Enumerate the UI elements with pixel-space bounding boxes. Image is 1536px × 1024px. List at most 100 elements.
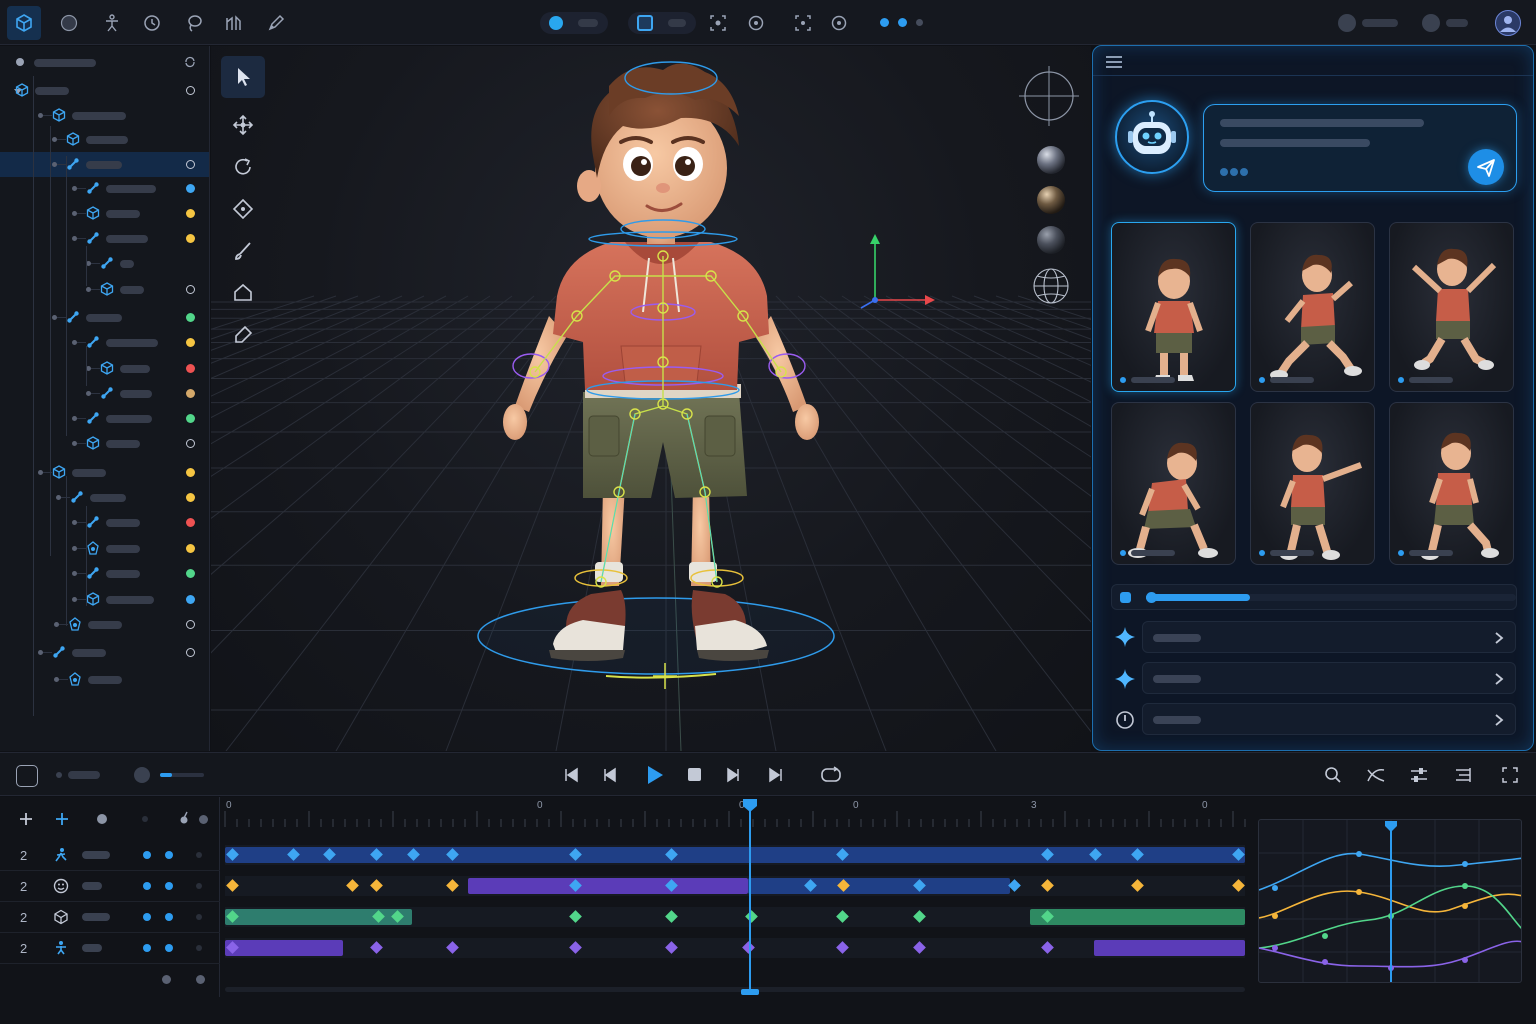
align-icon[interactable] [1453, 766, 1473, 784]
outliner-row[interactable] [0, 460, 209, 485]
zoom-slider[interactable] [134, 767, 206, 783]
outliner-row[interactable] [0, 667, 209, 692]
curve-tool-icon[interactable] [1366, 766, 1386, 784]
keyframe[interactable] [446, 941, 459, 954]
outliner-row[interactable] [0, 431, 209, 456]
timeline-track[interactable] [225, 938, 1245, 958]
status-dot[interactable] [186, 209, 195, 218]
outliner-row[interactable] [0, 277, 209, 302]
skip-start-button[interactable] [563, 767, 579, 783]
sparkle-icon[interactable] [1114, 668, 1136, 690]
status-dot[interactable] [186, 648, 195, 657]
keyframe-tool[interactable] [221, 188, 265, 230]
sparkle-icon[interactable] [1114, 626, 1136, 648]
status-dot[interactable] [186, 414, 195, 423]
status-dot[interactable] [186, 389, 195, 398]
keyframe[interactable] [370, 879, 383, 892]
graph-icon[interactable] [217, 6, 251, 40]
mode-toggle[interactable] [540, 12, 608, 34]
sphere-icon[interactable] [52, 6, 86, 40]
keyframe[interactable] [569, 941, 582, 954]
track-toggle[interactable] [165, 851, 173, 859]
matcap-bronze-icon[interactable] [1037, 186, 1065, 214]
status-dot[interactable] [186, 338, 195, 347]
status-dot[interactable] [186, 285, 195, 294]
keyframe[interactable] [346, 879, 359, 892]
sync-icon[interactable] [184, 56, 196, 68]
pose-thumbnail-pointing[interactable] [1250, 402, 1375, 565]
loop-icon[interactable] [820, 766, 842, 784]
action-row-generate[interactable] [1142, 621, 1516, 653]
search-icon[interactable] [1324, 766, 1342, 784]
outliner-row[interactable] [0, 251, 209, 276]
status-item[interactable] [1338, 14, 1402, 32]
timeline-track[interactable] [225, 876, 1245, 896]
outliner-row[interactable] [0, 485, 209, 510]
skip-end-button[interactable] [768, 767, 784, 783]
outliner-row[interactable] [0, 356, 209, 381]
keyframe[interactable] [665, 910, 678, 923]
outliner-row[interactable] [0, 201, 209, 226]
view-toggle[interactable] [628, 12, 696, 34]
outliner-row[interactable] [0, 536, 209, 561]
animation-clip[interactable] [748, 878, 1010, 894]
outliner-row[interactable] [0, 381, 209, 406]
status-dot[interactable] [186, 595, 195, 604]
keyframe[interactable] [836, 941, 849, 954]
pen-icon[interactable] [259, 6, 293, 40]
mute-icon[interactable] [178, 810, 190, 826]
keyframe[interactable] [913, 910, 926, 923]
status-dot[interactable] [186, 364, 195, 373]
play-button[interactable] [645, 764, 665, 786]
track-toggle[interactable] [165, 882, 173, 890]
outliner-row[interactable] [0, 510, 209, 535]
keyframe[interactable] [1041, 941, 1054, 954]
track-label[interactable] [82, 851, 110, 859]
status-dot[interactable] [186, 160, 195, 169]
layer-selector[interactable] [56, 770, 102, 780]
outliner-row[interactable] [0, 103, 209, 128]
status-dot[interactable] [186, 184, 195, 193]
keyframe[interactable] [1008, 879, 1021, 892]
rotate-tool[interactable] [221, 146, 265, 188]
track-toggle[interactable] [143, 851, 151, 859]
focus-icon[interactable] [701, 6, 735, 40]
prompt-input[interactable] [1203, 104, 1517, 192]
timeline-track[interactable] [225, 907, 1245, 927]
animation-clip[interactable] [225, 940, 343, 956]
keyframe[interactable] [836, 910, 849, 923]
status-dot[interactable] [186, 620, 195, 629]
keyframe[interactable] [1041, 879, 1054, 892]
record-dot[interactable] [97, 814, 107, 824]
info-icon[interactable] [1114, 709, 1136, 731]
menu-icon[interactable] [1105, 55, 1125, 69]
stop-button[interactable] [688, 768, 701, 781]
brush-tool[interactable] [221, 230, 265, 272]
user-avatar-icon[interactable] [1495, 10, 1521, 36]
step-forward-button[interactable] [725, 767, 741, 783]
track-label[interactable] [82, 913, 110, 921]
eraser-tool[interactable] [221, 314, 265, 356]
fit-view-icon[interactable] [1501, 766, 1519, 784]
animation-clip[interactable] [468, 878, 748, 894]
page-dots[interactable] [878, 18, 928, 28]
keyframe[interactable] [1232, 879, 1245, 892]
track-toggle[interactable] [165, 913, 173, 921]
keyframe[interactable] [370, 941, 383, 954]
action-row-refine[interactable] [1142, 662, 1516, 694]
rig-figure-icon[interactable] [95, 6, 129, 40]
track-label[interactable] [82, 944, 102, 952]
track-label[interactable] [82, 882, 102, 890]
target-icon[interactable] [739, 6, 773, 40]
outliner-row[interactable] [0, 78, 209, 103]
playhead[interactable] [741, 797, 760, 997]
status-dot[interactable] [186, 569, 195, 578]
home-tool[interactable] [221, 272, 265, 314]
status-dot[interactable] [186, 468, 195, 477]
pose-thumbnail-crouching[interactable] [1111, 402, 1236, 565]
status-dot[interactable] [186, 518, 195, 527]
status-item[interactable] [1422, 14, 1470, 32]
outliner-row[interactable] [0, 561, 209, 586]
track-toggle[interactable] [143, 913, 151, 921]
status-dot[interactable] [186, 493, 195, 502]
